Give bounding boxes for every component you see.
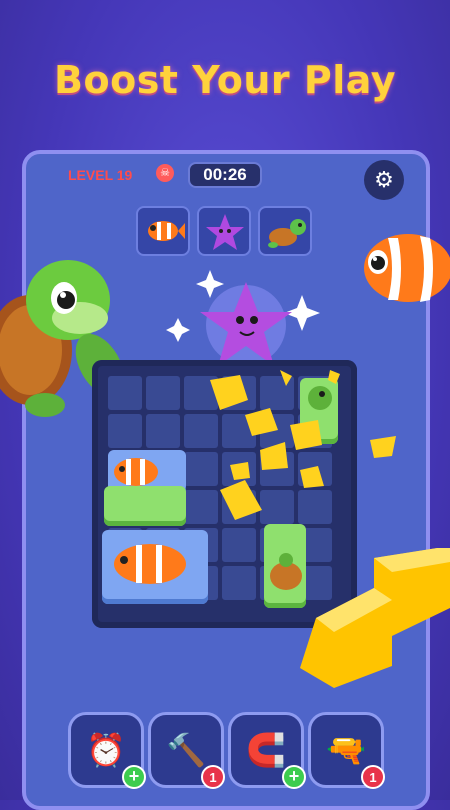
goal-starfish [197,206,251,256]
goal-clownfish [136,206,190,256]
blue-block-clownfish-bottom[interactable] [102,530,208,604]
starfish-icon [206,214,244,250]
board-cell [108,414,142,448]
skull-icon: ☠ [156,164,174,182]
clownfish-icon [114,458,158,486]
raygun-icon: 🔫 [326,732,366,768]
timer-display: 00:26 [188,162,262,188]
yellow-shards [210,370,396,520]
turtle-icon [268,219,306,248]
board-cell [146,376,180,410]
hammer-icon: 🔨 [166,732,206,768]
booster-badge: 1 [201,765,225,789]
goal-turtle [258,206,312,256]
gear-icon: ⚙ [374,167,394,192]
starfish-character [200,282,292,366]
headline: Boost Your Play [54,58,396,102]
booster-badge: 1 [361,765,385,789]
board-cell [146,414,180,448]
clock-freeze-icon: ⏰ [86,732,126,768]
green-block-left[interactable] [104,486,186,526]
clownfish-icon [114,544,186,584]
level-label: LEVEL 19 [68,167,133,183]
clownfish-icon [148,221,185,241]
board-cell [108,376,142,410]
booster-badge: + [122,765,146,789]
yellow-block-3d [300,548,450,688]
board-cell [222,566,256,600]
settings-button[interactable]: ⚙ [364,160,404,200]
clownfish-character [364,234,450,302]
magnet-icon: 🧲 [246,732,286,768]
booster-badge: + [282,765,306,789]
